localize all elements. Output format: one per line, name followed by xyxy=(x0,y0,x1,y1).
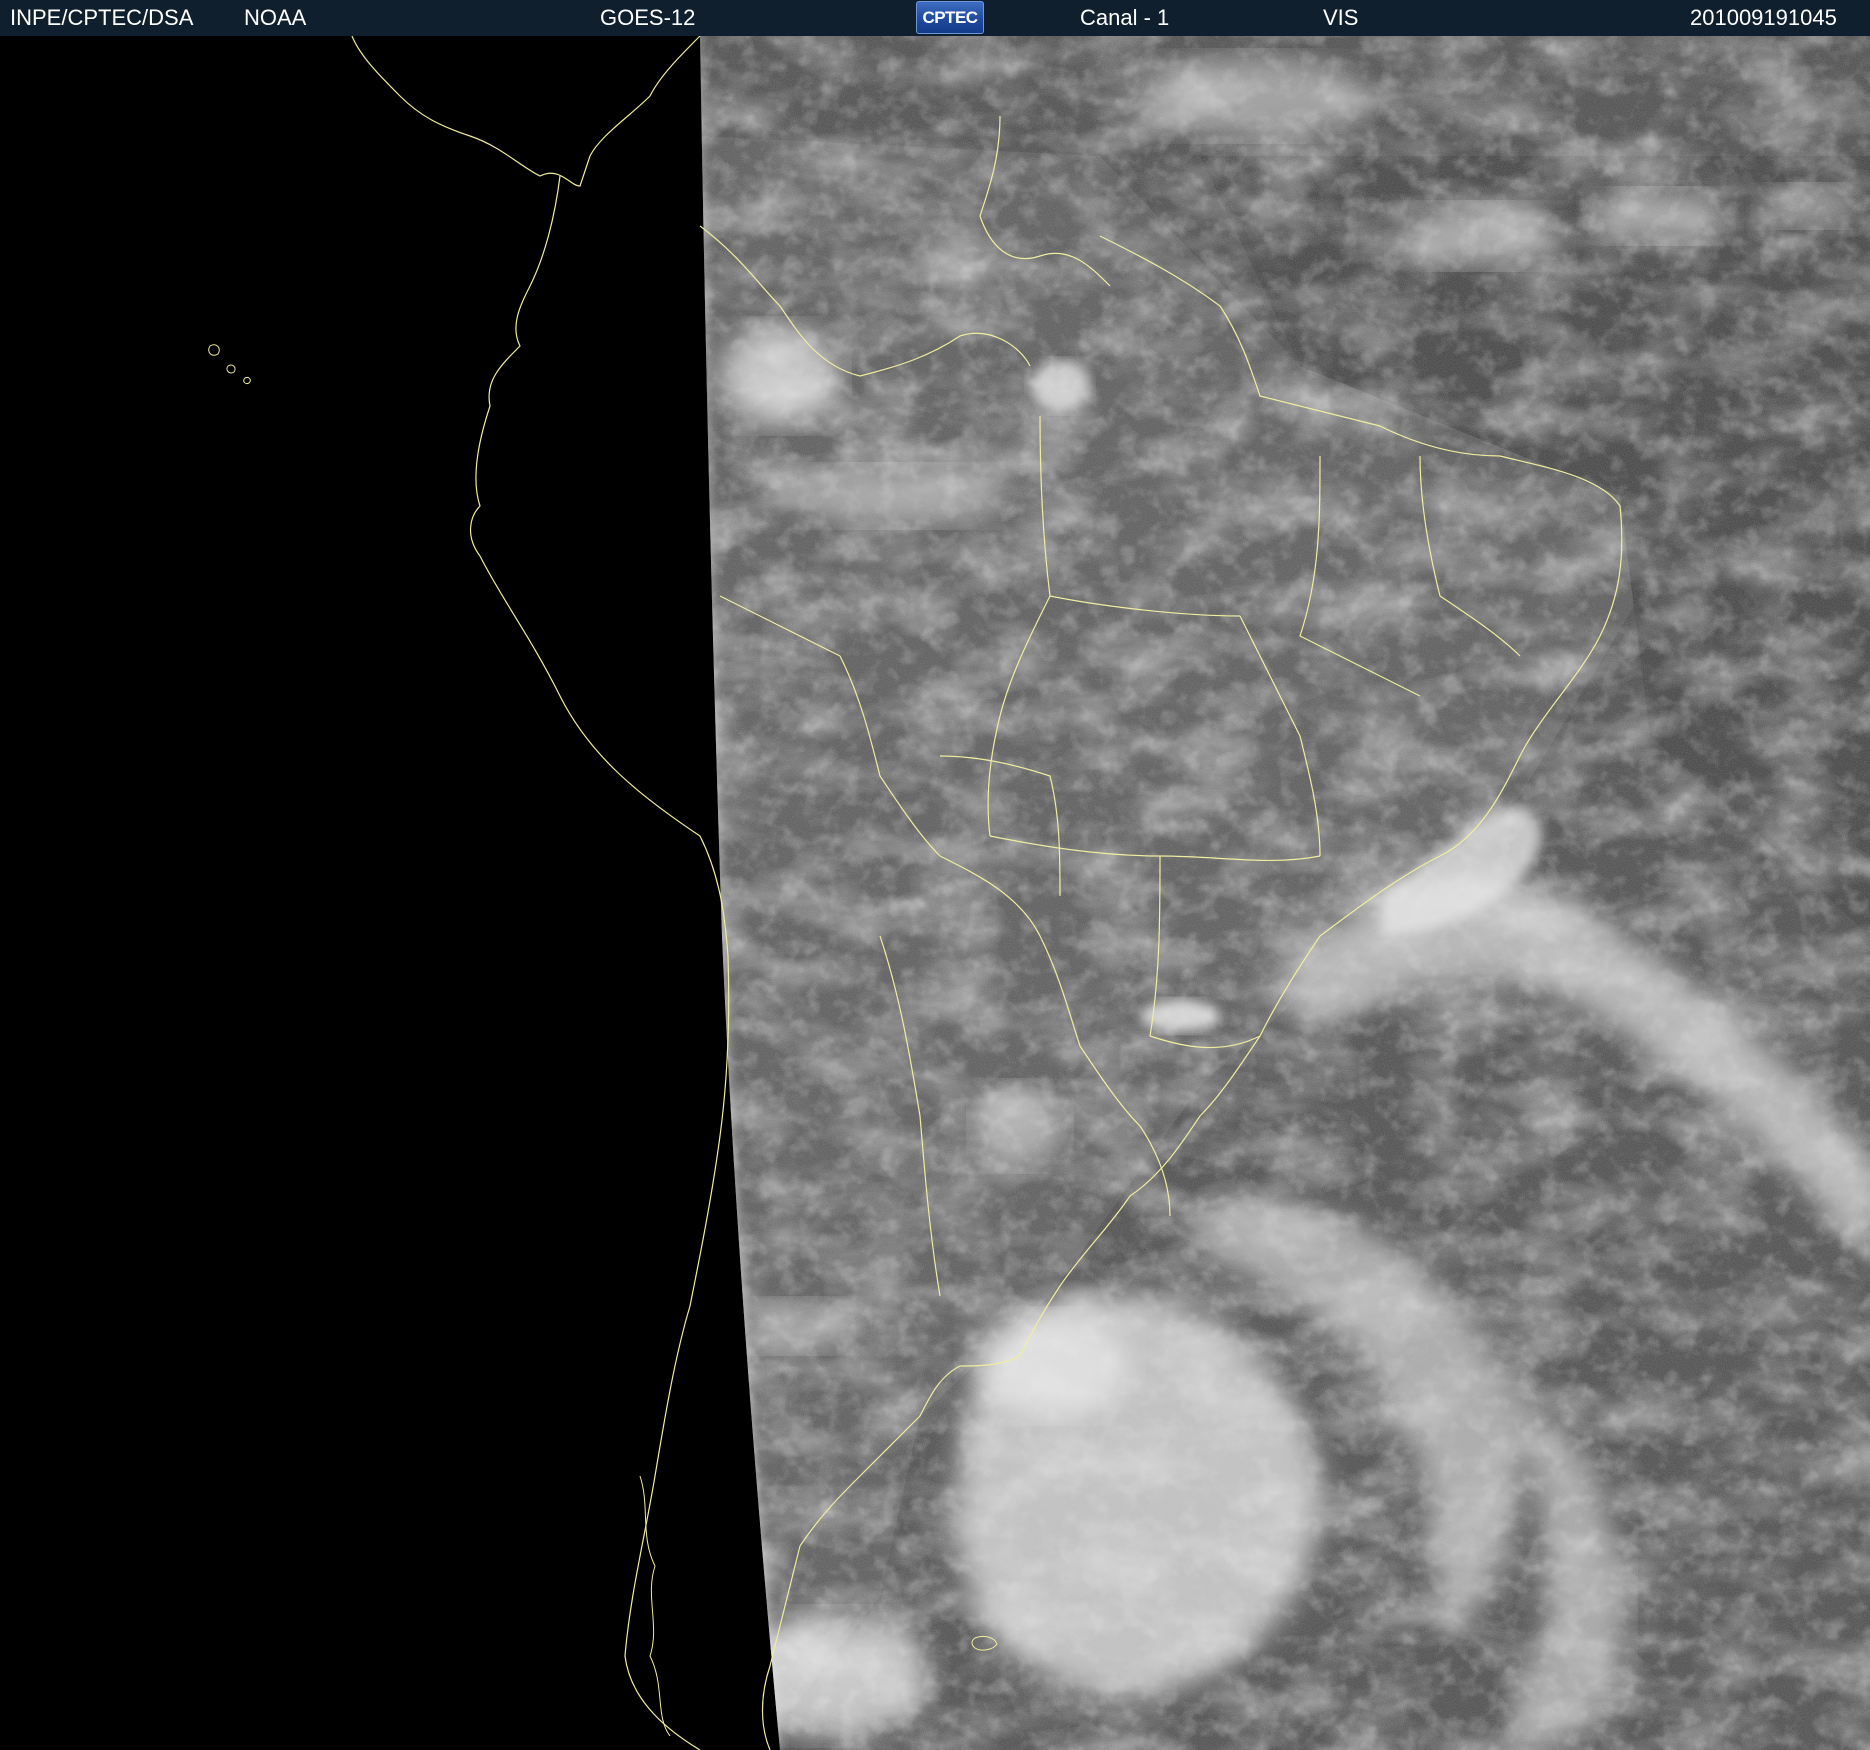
timestamp-label: 201009191045 xyxy=(1690,5,1837,30)
chile-fjords xyxy=(639,1475,671,1737)
central-america-coast xyxy=(351,36,701,187)
satellite-image-page: INPE/CPTEC/DSA NOAA GOES-12 CPTEC Canal … xyxy=(0,0,1870,1750)
pacific-coastline xyxy=(470,175,730,1750)
image-header-bar: INPE/CPTEC/DSA NOAA GOES-12 CPTEC Canal … xyxy=(0,0,1870,36)
band-label: VIS xyxy=(1323,5,1359,30)
galapagos-islands xyxy=(208,344,251,384)
logo-text: CPTEC xyxy=(922,7,978,27)
satellite-image xyxy=(0,36,1870,1750)
satellite-label: GOES-12 xyxy=(600,5,696,30)
channel-label: Canal - 1 xyxy=(1080,5,1170,30)
source-label: INPE/CPTEC/DSA xyxy=(10,5,194,30)
satellite-image-svg xyxy=(208,36,1870,1750)
cptec-logo: CPTEC xyxy=(916,1,984,34)
agency-label: NOAA xyxy=(244,5,307,30)
